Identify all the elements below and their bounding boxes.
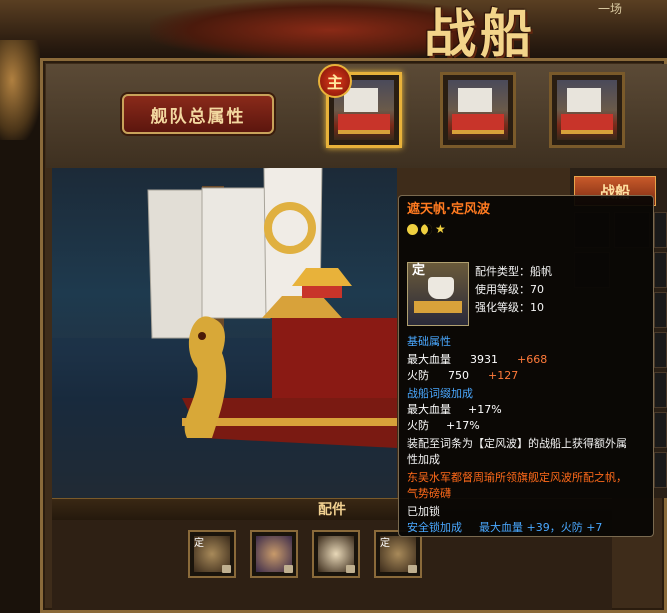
item-icon: 定 <box>407 262 469 326</box>
stat-bonus: +668 <box>517 353 548 366</box>
stat-bonus: +127 <box>488 369 519 382</box>
lock-icon <box>408 565 417 573</box>
stat-label: 火防 <box>407 369 429 382</box>
affix-label: 最大血量 <box>407 403 451 416</box>
warship-thumbnail <box>448 80 508 140</box>
page-title: 战船 <box>423 4 536 65</box>
dragon-statue-image <box>0 40 40 140</box>
set-description: 装配至词条为【定风波】的战船上获得额外属 <box>407 437 627 450</box>
warship-model-image <box>52 168 397 498</box>
inventory-cell[interactable] <box>654 332 667 368</box>
item-lore: 东吴水军都督周瑜所领旗舰定风波所配之帆， <box>407 471 627 484</box>
item-use-level: 使用等级：70 <box>475 283 544 296</box>
item-lore-cont: 气势磅礴 <box>407 487 451 500</box>
item-tooltip: 遮天帆·定风波 ★ 定 配件类型：船帆 使用等级：70 强化等级：10 基础属性… <box>398 195 654 537</box>
set-description-cont: 性加成 <box>407 453 440 466</box>
item-name: 遮天帆·定风波 <box>407 202 490 217</box>
lock-bonus-label: 安全锁加成 <box>407 521 462 534</box>
stat-row: 最大血量 3931 +668 <box>407 352 547 368</box>
inventory-cell[interactable] <box>654 292 667 328</box>
lock-icon <box>222 565 231 573</box>
stat-value: 750 <box>448 369 469 382</box>
inventory-cell[interactable] <box>654 452 667 488</box>
fleet-total-attributes-button[interactable]: 舰队总属性 <box>122 94 274 134</box>
stat-value: 3931 <box>470 353 498 366</box>
lock-icon <box>284 565 293 573</box>
affix-row: 火防 +17% <box>407 418 480 434</box>
lock-bonus-value: 最大血量 +39，火防 +7 <box>479 521 603 534</box>
lock-bonus-row: 安全锁加成 最大血量 +39，火防 +7 <box>407 520 602 536</box>
affix-label: 火防 <box>407 419 429 432</box>
item-icon-glyph: 定 <box>412 263 426 278</box>
item-rating: ★ <box>407 222 446 236</box>
parts-label: 配件 <box>318 502 346 518</box>
part-glyph: 定 <box>194 538 204 549</box>
part-slot-4[interactable]: 定 <box>374 530 422 578</box>
ship-slot-2[interactable] <box>440 72 516 148</box>
part-glyph: 定 <box>380 538 390 549</box>
affix-bonus-header: 战船词缀加成 <box>407 387 473 400</box>
part-slot-2[interactable] <box>250 530 298 578</box>
item-type: 配件类型：船帆 <box>475 265 552 278</box>
stat-label: 最大血量 <box>407 353 451 366</box>
moon-icon <box>421 224 432 235</box>
star-icon: ★ <box>435 222 446 236</box>
lock-status: 已加锁 <box>407 505 440 518</box>
warship-thumbnail <box>557 80 617 140</box>
item-enhance-level: 强化等级：10 <box>475 301 544 314</box>
part-slot-1[interactable]: 定 <box>188 530 236 578</box>
warship-model-view <box>52 168 397 498</box>
inventory-cell[interactable] <box>654 372 667 408</box>
affix-value: +17% <box>468 403 502 416</box>
inventory-cell[interactable] <box>654 212 667 248</box>
banner-side-text: 一场 <box>598 2 623 16</box>
lock-icon <box>346 565 355 573</box>
face-icon <box>407 224 418 235</box>
part-slot-3[interactable] <box>312 530 360 578</box>
inventory-cell[interactable] <box>654 412 667 448</box>
ship-slot-3[interactable] <box>549 72 625 148</box>
stat-row: 火防 750 +127 <box>407 368 518 384</box>
inventory-cell[interactable] <box>654 252 667 288</box>
base-attributes-header: 基础属性 <box>407 335 451 348</box>
affix-row: 最大血量 +17% <box>407 402 502 418</box>
main-ship-badge: 主 <box>318 64 352 98</box>
affix-value: +17% <box>446 419 480 432</box>
